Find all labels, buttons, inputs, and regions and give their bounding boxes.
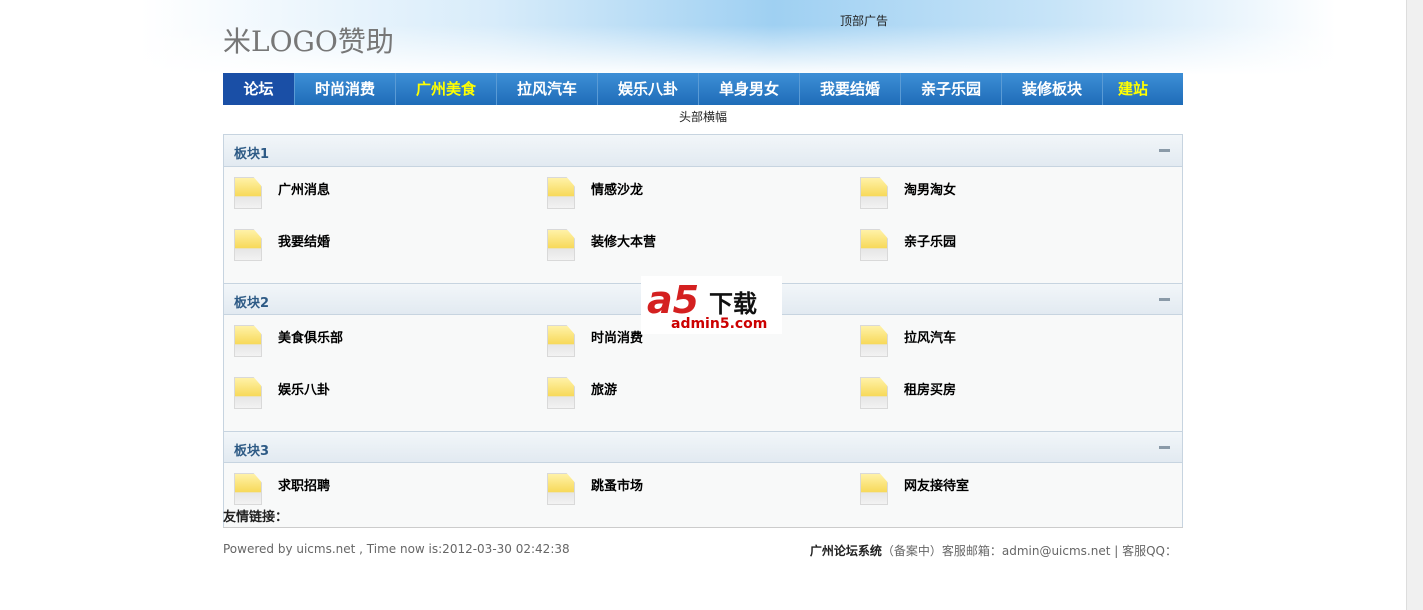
document-icon bbox=[547, 325, 575, 357]
forum-item[interactable]: 广州消息 bbox=[234, 175, 547, 227]
document-icon bbox=[234, 325, 262, 357]
top-ad[interactable]: 顶部广告 bbox=[840, 12, 888, 29]
friend-links-label: 友情链接： bbox=[223, 510, 289, 525]
forum-link[interactable]: 美食俱乐部 bbox=[278, 327, 343, 346]
main-nav: 论坛 时尚消费 广州美食 拉风汽车 娱乐八卦 单身男女 我要结婚 亲子乐园 装修… bbox=[223, 73, 1183, 105]
forum-item[interactable]: 情感沙龙 bbox=[547, 175, 860, 227]
nav-item[interactable]: 时尚消费 bbox=[295, 73, 396, 105]
powered-by: Powered by uicms.net , Time now is:2012-… bbox=[223, 542, 570, 556]
collapse-icon[interactable] bbox=[1159, 149, 1170, 152]
document-icon bbox=[547, 473, 575, 505]
section-title[interactable]: 板块1 bbox=[234, 143, 269, 162]
nav-item[interactable]: 广州美食 bbox=[396, 73, 497, 105]
forum-link[interactable]: 亲子乐园 bbox=[904, 231, 956, 250]
forum-link[interactable]: 广州消息 bbox=[278, 179, 330, 198]
forum-link[interactable]: 装修大本营 bbox=[591, 231, 656, 250]
forum-item[interactable]: 网友接待室 bbox=[860, 471, 1173, 523]
forum-link[interactable]: 我要结婚 bbox=[278, 231, 330, 250]
forum-item[interactable]: 跳蚤市场 bbox=[547, 471, 860, 523]
footer-contact: （备案中）客服邮箱：admin@uicms.net | 客服QQ： bbox=[881, 544, 1177, 558]
section-title[interactable]: 板块2 bbox=[234, 292, 269, 311]
forum-item[interactable]: 我要结婚 bbox=[234, 227, 547, 279]
document-icon bbox=[547, 377, 575, 409]
document-icon bbox=[547, 229, 575, 261]
document-icon bbox=[860, 473, 888, 505]
forum-item[interactable]: 亲子乐园 bbox=[860, 227, 1173, 279]
site-logo[interactable]: 米LOGO赞助 bbox=[223, 20, 394, 60]
nav-item[interactable]: 装修板块 bbox=[1002, 73, 1103, 105]
document-icon bbox=[860, 177, 888, 209]
header-banner[interactable]: 头部横幅 bbox=[223, 108, 1183, 125]
forum-item[interactable]: 淘男淘女 bbox=[860, 175, 1173, 227]
divider bbox=[223, 527, 1183, 528]
forum-item[interactable]: 拉风汽车 bbox=[860, 323, 1173, 375]
section-header: 板块1 bbox=[224, 135, 1182, 167]
document-icon bbox=[234, 377, 262, 409]
document-icon bbox=[860, 229, 888, 261]
forum-link[interactable]: 网友接待室 bbox=[904, 475, 969, 494]
nav-item[interactable]: 亲子乐园 bbox=[901, 73, 1002, 105]
collapse-icon[interactable] bbox=[1159, 298, 1170, 301]
footer-right: 广州论坛系统（备案中）客服邮箱：admin@uicms.net | 客服QQ： bbox=[810, 542, 1177, 559]
document-icon bbox=[234, 229, 262, 261]
forum-link[interactable]: 求职招聘 bbox=[278, 475, 330, 494]
forum-item[interactable]: 装修大本营 bbox=[547, 227, 860, 279]
document-icon bbox=[860, 325, 888, 357]
forum-item[interactable]: 租房买房 bbox=[860, 375, 1173, 427]
watermark-logo: a5 下载 admin5.com bbox=[641, 276, 782, 334]
forum-link[interactable]: 时尚消费 bbox=[591, 327, 643, 346]
forum-link[interactable]: 娱乐八卦 bbox=[278, 379, 330, 398]
forum-link[interactable]: 淘男淘女 bbox=[904, 179, 956, 198]
forum-link[interactable]: 租房买房 bbox=[904, 379, 956, 398]
document-icon bbox=[234, 177, 262, 209]
document-icon bbox=[234, 473, 262, 505]
forum-link[interactable]: 旅游 bbox=[591, 379, 617, 398]
vertical-scrollbar[interactable] bbox=[1406, 0, 1423, 610]
forum-item[interactable]: 娱乐八卦 bbox=[234, 375, 547, 427]
collapse-icon[interactable] bbox=[1159, 446, 1170, 449]
nav-item[interactable]: 拉风汽车 bbox=[497, 73, 598, 105]
forum-link[interactable]: 情感沙龙 bbox=[591, 179, 643, 198]
header-sky-background bbox=[0, 0, 1406, 75]
nav-item[interactable]: 娱乐八卦 bbox=[598, 73, 699, 105]
forum-link[interactable]: 跳蚤市场 bbox=[591, 475, 643, 494]
nav-item[interactable]: 我要结婚 bbox=[800, 73, 901, 105]
section-title[interactable]: 板块3 bbox=[234, 440, 269, 459]
watermark-text: 下载 bbox=[709, 290, 757, 318]
forum-item[interactable]: 旅游 bbox=[547, 375, 860, 427]
nav-item[interactable]: 单身男女 bbox=[699, 73, 800, 105]
nav-item[interactable]: 建站 bbox=[1103, 73, 1163, 105]
document-icon bbox=[860, 377, 888, 409]
forum-grid: 广州消息 情感沙龙 淘男淘女我要结婚 装修大本营 亲子乐园 bbox=[224, 167, 1182, 283]
watermark-url: admin5.com bbox=[671, 316, 768, 332]
site-name: 广州论坛系统 bbox=[809, 544, 882, 558]
document-icon bbox=[547, 177, 575, 209]
nav-item[interactable]: 论坛 bbox=[223, 73, 295, 105]
forum-link[interactable]: 拉风汽车 bbox=[904, 327, 956, 346]
forum-item[interactable]: 美食俱乐部 bbox=[234, 323, 547, 375]
section-header: 板块3 bbox=[224, 431, 1182, 463]
forum-grid: 求职招聘 跳蚤市场 网友接待室 bbox=[224, 463, 1182, 527]
